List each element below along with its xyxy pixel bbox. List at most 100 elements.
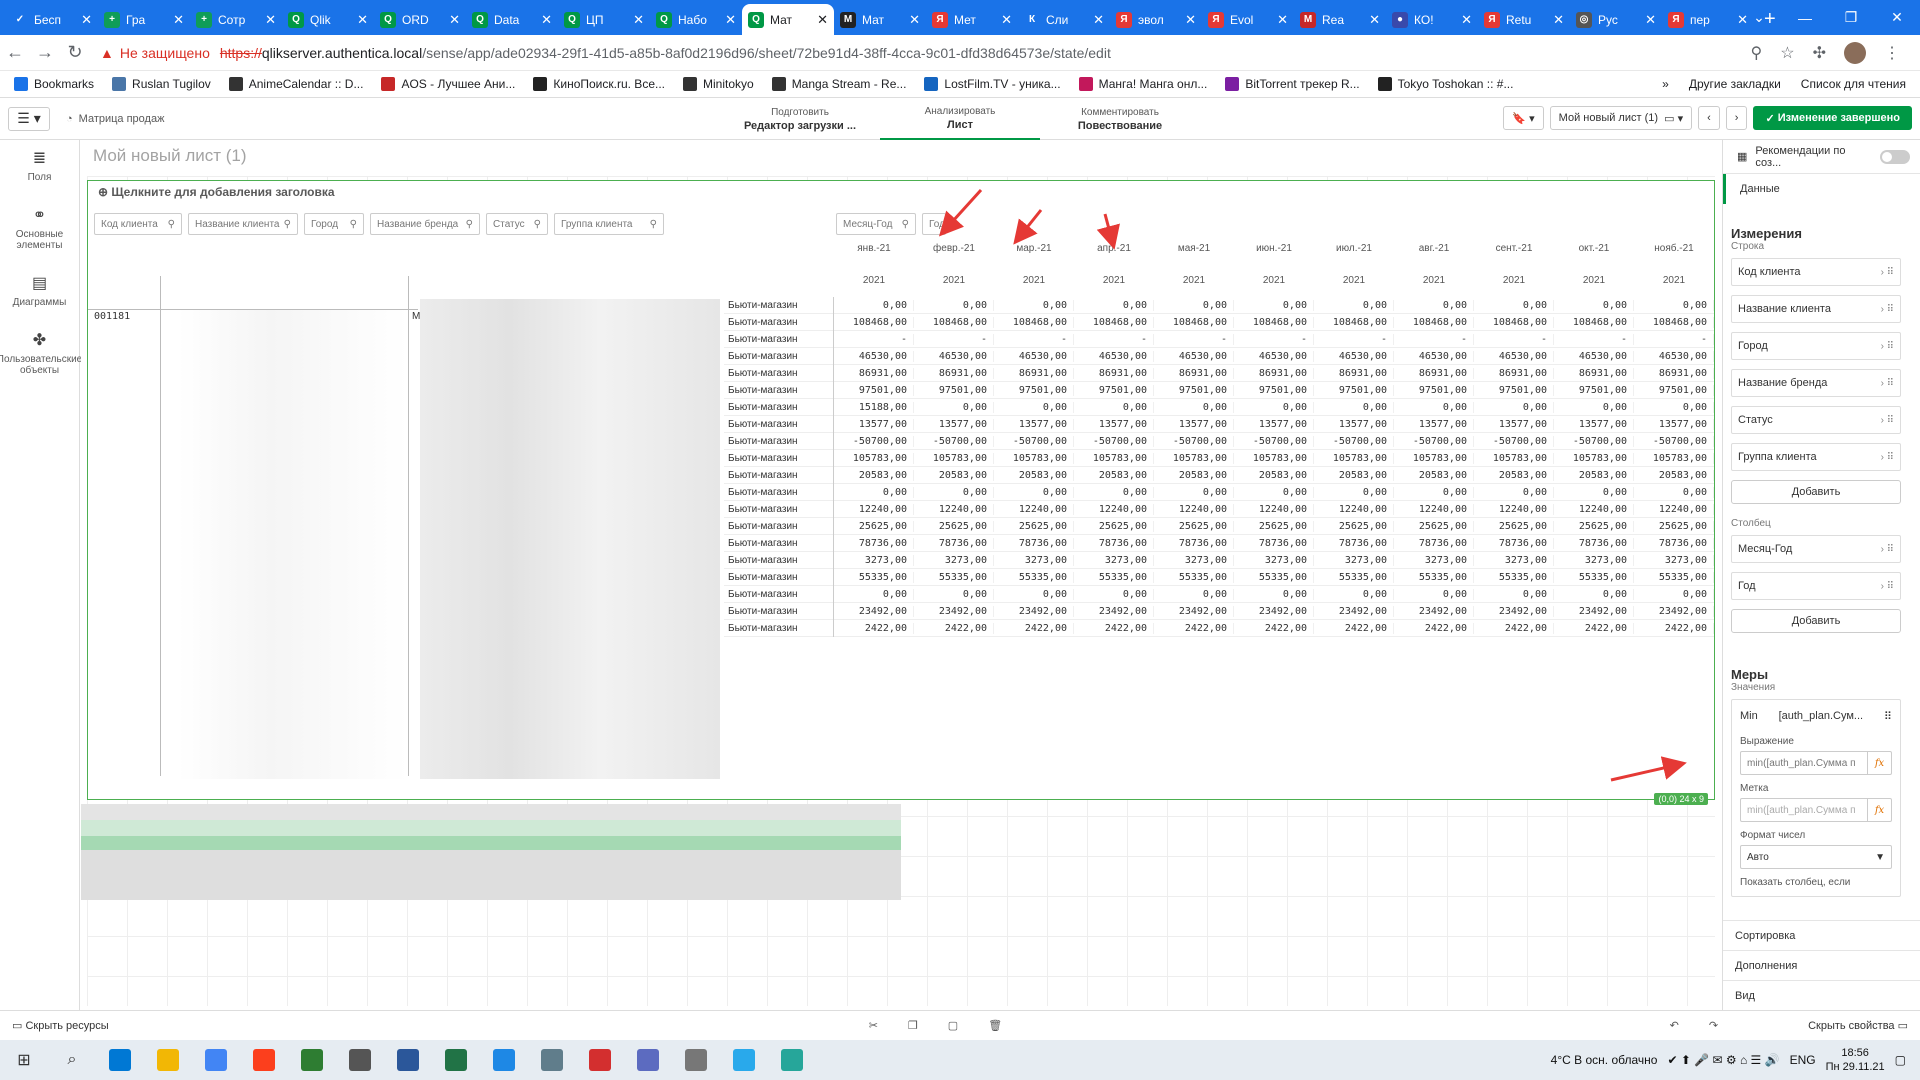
row-dimension-field[interactable]: Статус › ⠿ bbox=[1731, 406, 1901, 434]
bookmark-button[interactable]: 🔖 ▾ bbox=[1503, 106, 1544, 130]
taskbar-app-icon[interactable] bbox=[672, 1040, 720, 1080]
row-dimension-search[interactable]: Название бренда ⚲ bbox=[370, 213, 480, 235]
value-cell[interactable]: 23492,00 bbox=[1634, 605, 1714, 617]
value-cell[interactable]: 55335,00 bbox=[1474, 571, 1554, 583]
row-label-cell[interactable]: Бьюти-магазин bbox=[724, 347, 834, 365]
value-cell[interactable]: - bbox=[914, 333, 994, 345]
value-cell[interactable]: 25625,00 bbox=[914, 520, 994, 532]
value-cell[interactable]: 0,00 bbox=[1154, 401, 1234, 413]
undo-icon[interactable]: ↶ bbox=[1670, 1019, 1679, 1032]
row-dimension-field[interactable]: Название клиента › ⠿ bbox=[1731, 295, 1901, 323]
value-cell[interactable]: 97501,00 bbox=[1154, 384, 1234, 396]
value-cell[interactable]: 86931,00 bbox=[1554, 367, 1634, 379]
value-cell[interactable]: 97501,00 bbox=[914, 384, 994, 396]
add-row-button[interactable]: Добавить bbox=[1731, 480, 1901, 504]
other-bookmarks[interactable]: Другие закладки bbox=[1689, 77, 1781, 91]
value-cell[interactable]: 86931,00 bbox=[1474, 367, 1554, 379]
tab-close-icon[interactable]: ✕ bbox=[725, 12, 736, 28]
year-header[interactable]: 2021 bbox=[1634, 275, 1714, 286]
year-header[interactable]: 2021 bbox=[1074, 275, 1154, 286]
taskbar-app-icon[interactable] bbox=[768, 1040, 816, 1080]
browser-tab[interactable]: Q Набо ✕ bbox=[650, 4, 742, 35]
value-cell[interactable]: 2422,00 bbox=[1074, 622, 1154, 634]
value-cell[interactable]: 0,00 bbox=[1074, 299, 1154, 311]
tab-close-icon[interactable]: ✕ bbox=[1277, 12, 1288, 28]
tab-close-icon[interactable]: ✕ bbox=[1553, 12, 1564, 28]
value-cell[interactable]: 12240,00 bbox=[994, 503, 1074, 515]
row-label-cell[interactable]: Бьюти-магазин bbox=[724, 432, 834, 450]
url-field[interactable]: ▲ Не защищено https:// qlikserver.authen… bbox=[100, 45, 1751, 61]
value-cell[interactable]: 20583,00 bbox=[914, 469, 994, 481]
value-cell[interactable]: 0,00 bbox=[994, 588, 1074, 600]
tab-close-icon[interactable]: ✕ bbox=[1001, 12, 1012, 28]
value-cell[interactable]: -50700,00 bbox=[1154, 435, 1234, 447]
month-header[interactable]: янв.-21 bbox=[834, 243, 914, 254]
value-cell[interactable]: 12240,00 bbox=[1474, 503, 1554, 515]
row-label-cell[interactable]: Бьюти-магазин bbox=[724, 500, 834, 518]
value-cell[interactable]: 15188,00 bbox=[834, 401, 914, 413]
drag-handle-icon[interactable]: ⠿ bbox=[1884, 710, 1892, 723]
browser-tab[interactable]: + Сотр ✕ bbox=[190, 4, 282, 35]
year-header[interactable]: 2021 bbox=[1394, 275, 1474, 286]
row-dimension-search[interactable]: Название клиента ⚲ bbox=[188, 213, 298, 235]
value-cell[interactable]: 2422,00 bbox=[1394, 622, 1474, 634]
taskbar-app-icon[interactable] bbox=[720, 1040, 768, 1080]
value-cell[interactable]: 78736,00 bbox=[1554, 537, 1634, 549]
row-label-cell[interactable]: Бьюти-магазин bbox=[724, 398, 834, 416]
row-label-cell[interactable]: Бьюти-магазин bbox=[724, 381, 834, 399]
bookmark-item[interactable]: КиноПоиск.ru. Все... bbox=[533, 77, 665, 91]
browser-tab[interactable]: Я Evol ✕ bbox=[1202, 4, 1294, 35]
bookmark-item[interactable]: Tokyo Toshokan :: #... bbox=[1377, 77, 1513, 91]
value-cell[interactable]: 25625,00 bbox=[1154, 520, 1234, 532]
taskbar-app-icon[interactable] bbox=[624, 1040, 672, 1080]
value-cell[interactable]: 23492,00 bbox=[914, 605, 994, 617]
year-header[interactable]: 2021 bbox=[1474, 275, 1554, 286]
tab-data[interactable]: Данные bbox=[1723, 174, 1920, 204]
value-cell[interactable]: -50700,00 bbox=[914, 435, 994, 447]
value-cell[interactable]: 0,00 bbox=[994, 486, 1074, 498]
taskbar-app-icon[interactable] bbox=[528, 1040, 576, 1080]
value-cell[interactable]: 2422,00 bbox=[914, 622, 994, 634]
value-cell[interactable]: 0,00 bbox=[1554, 588, 1634, 600]
taskbar-app-icon[interactable] bbox=[576, 1040, 624, 1080]
year-header[interactable]: 2021 bbox=[1234, 275, 1314, 286]
row-label-cell[interactable]: Бьюти-магазин bbox=[724, 296, 834, 314]
value-cell[interactable]: 97501,00 bbox=[1554, 384, 1634, 396]
value-cell[interactable]: 25625,00 bbox=[1074, 520, 1154, 532]
value-cell[interactable]: 105783,00 bbox=[1634, 452, 1714, 464]
next-sheet-button[interactable]: › bbox=[1725, 106, 1748, 130]
row-dimension-search[interactable]: Группа клиента ⚲ bbox=[554, 213, 664, 235]
value-cell[interactable]: 3273,00 bbox=[1314, 554, 1394, 566]
value-cell[interactable]: 3273,00 bbox=[1234, 554, 1314, 566]
month-header[interactable]: апр.-21 bbox=[1074, 243, 1154, 254]
avatar[interactable] bbox=[1844, 41, 1866, 64]
value-cell[interactable]: 55335,00 bbox=[834, 571, 914, 583]
value-cell[interactable]: 46530,00 bbox=[1074, 350, 1154, 362]
value-cell[interactable]: 0,00 bbox=[1634, 401, 1714, 413]
value-cell[interactable]: 23492,00 bbox=[1474, 605, 1554, 617]
value-cell[interactable]: 97501,00 bbox=[834, 384, 914, 396]
value-cell[interactable]: 3273,00 bbox=[834, 554, 914, 566]
month-header[interactable]: сент.-21 bbox=[1474, 243, 1554, 254]
fx-icon[interactable]: fx bbox=[1867, 799, 1891, 821]
value-cell[interactable]: 2422,00 bbox=[994, 622, 1074, 634]
value-cell[interactable]: 23492,00 bbox=[834, 605, 914, 617]
month-header[interactable]: нояб.-21 bbox=[1634, 243, 1714, 254]
browser-tab[interactable]: К Сли ✕ bbox=[1018, 4, 1110, 35]
bookmark-item[interactable]: BitTorrent трекер R... bbox=[1225, 77, 1360, 91]
value-cell[interactable]: 23492,00 bbox=[1234, 605, 1314, 617]
value-cell[interactable]: 0,00 bbox=[914, 299, 994, 311]
value-cell[interactable]: 108468,00 bbox=[1554, 316, 1634, 328]
taskbar-app-icon[interactable] bbox=[432, 1040, 480, 1080]
taskbar-app-icon[interactable] bbox=[144, 1040, 192, 1080]
tab-close-icon[interactable]: ✕ bbox=[81, 12, 92, 28]
value-cell[interactable]: 86931,00 bbox=[1314, 367, 1394, 379]
brand-initial-cell[interactable]: М bbox=[412, 311, 420, 322]
value-cell[interactable]: 0,00 bbox=[834, 486, 914, 498]
tab-close-icon[interactable]: ✕ bbox=[449, 12, 460, 28]
value-cell[interactable]: 78736,00 bbox=[1074, 537, 1154, 549]
value-cell[interactable]: 3273,00 bbox=[1474, 554, 1554, 566]
value-cell[interactable]: 0,00 bbox=[1474, 401, 1554, 413]
mode-tab[interactable]: Подготовить Редактор загрузки ... bbox=[720, 98, 880, 140]
done-editing-button[interactable]: ✓ Изменение завершено bbox=[1753, 106, 1912, 130]
